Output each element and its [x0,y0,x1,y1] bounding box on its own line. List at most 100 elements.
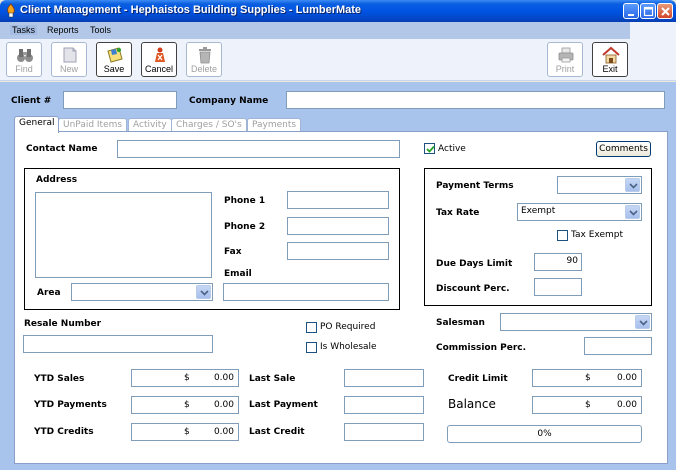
payment-terms-combo[interactable] [557,176,642,194]
chevron-down-icon [639,320,648,326]
comments-button[interactable]: Comments [596,141,651,157]
payment-terms-label: Payment Terms [436,181,514,191]
balance-value: $ 0.00 [532,396,642,414]
home-exit-icon [602,46,620,64]
client-number-input[interactable] [63,91,177,109]
phone2-label: Phone 2 [224,222,266,232]
email-input[interactable] [223,283,389,301]
fax-input[interactable] [287,242,389,260]
area-combo[interactable] [71,283,213,301]
tax-exempt-label: Tax Exempt [571,230,623,240]
area-dropdown-button[interactable] [196,285,211,299]
tax-rate-dropdown-button[interactable] [625,205,640,219]
new-document-icon [63,47,77,63]
active-label: Active [438,144,466,154]
minimize-button[interactable] [623,3,639,19]
company-name-label: Company Name [189,96,269,106]
print-button[interactable]: Print [547,42,583,77]
title-bar: Client Management - Hephaistos Building … [0,0,676,22]
last-credit-label: Last Credit [249,427,305,437]
checkmark-icon [426,145,435,153]
tax-rate-combo[interactable]: Exempt [517,203,642,221]
currency-symbol: $ [184,427,190,437]
discount-input[interactable] [534,278,582,296]
window-title: Client Management - Hephaistos Building … [20,4,362,16]
menu-bar-fill [630,22,676,39]
close-icon [661,7,670,16]
contact-name-label: Contact Name [26,144,98,154]
currency-symbol: $ [585,373,591,383]
app-icon [7,3,15,18]
chevron-down-icon [200,290,209,296]
new-button[interactable]: New [51,42,87,77]
tax-rate-label: Tax Rate [436,208,480,218]
printer-icon [558,47,574,63]
tab-payments[interactable]: Payments [247,118,302,132]
due-days-input[interactable]: 90 [534,253,582,271]
balance-label: Balance [448,397,496,411]
save-label: Save [103,64,125,74]
progress-text: 0% [537,429,552,439]
currency-symbol: $ [184,400,190,410]
tab-charges-sos[interactable]: Charges / SO's [171,118,247,132]
is-wholesale-checkbox[interactable] [306,342,317,353]
address-textarea[interactable] [35,192,212,278]
exit-button[interactable]: Exit [592,42,628,77]
find-label: Find [15,64,33,74]
phone2-input[interactable] [287,217,389,235]
tax-rate-value: Exempt [521,206,556,216]
tab-activity[interactable]: Activity [128,118,172,132]
ytd-payments-amount: 0.00 [213,400,234,410]
contact-name-input[interactable] [117,140,400,158]
delete-button[interactable]: Delete [186,42,222,77]
new-label: New [59,64,78,74]
ytd-sales-value: $ 0.00 [131,369,239,387]
last-credit-value [344,423,424,441]
chevron-down-icon [629,183,638,189]
salesman-dropdown-button[interactable] [635,315,650,329]
company-name-input[interactable] [286,91,665,109]
delete-label: Delete [190,64,217,74]
save-button[interactable]: Save [96,42,132,77]
find-button[interactable]: Find [6,42,42,77]
tax-exempt-checkbox[interactable] [557,230,568,241]
phone1-input[interactable] [287,191,389,209]
ytd-payments-label: YTD Payments [34,400,107,410]
client-number-label: Client # [11,96,52,106]
address-label: Address [36,175,78,185]
payment-terms-dropdown-button[interactable] [625,178,640,192]
balance-amount: 0.00 [616,400,637,410]
credit-usage-progress: 0% [447,425,642,443]
menu-tasks[interactable]: Tasks [10,25,38,35]
po-required-checkbox[interactable] [306,322,317,333]
last-payment-label: Last Payment [249,400,318,410]
ytd-credits-amount: 0.00 [213,427,234,437]
close-button[interactable] [657,3,673,19]
ytd-payments-value: $ 0.00 [131,396,239,414]
tab-general[interactable]: General [14,116,60,133]
cancel-button[interactable]: Cancel [141,42,177,77]
ytd-sales-amount: 0.00 [213,373,234,383]
resale-number-input[interactable] [23,335,213,353]
exit-label: Exit [602,64,618,74]
phone1-label: Phone 1 [224,196,266,206]
save-icon [107,47,123,63]
ytd-sales-label: YTD Sales [34,374,85,384]
commission-label: Commission Perc. [436,343,527,353]
tab-unpaid-items[interactable]: UnPaid Items [58,118,128,132]
ytd-credits-value: $ 0.00 [131,423,239,441]
maximize-button[interactable] [640,3,656,19]
commission-input[interactable] [584,337,652,355]
cancel-icon [155,47,165,62]
binoculars-icon [17,49,33,62]
minimize-icon [628,14,634,16]
ytd-credits-label: YTD Credits [34,427,94,437]
is-wholesale-label: Is Wholesale [320,342,377,352]
currency-symbol: $ [585,400,591,410]
menu-reports[interactable]: Reports [45,25,81,35]
menu-tools[interactable]: Tools [88,25,113,35]
trash-icon [199,47,211,64]
active-checkbox[interactable] [424,143,435,154]
salesman-combo[interactable] [500,313,652,331]
due-days-label: Due Days Limit [436,259,513,269]
